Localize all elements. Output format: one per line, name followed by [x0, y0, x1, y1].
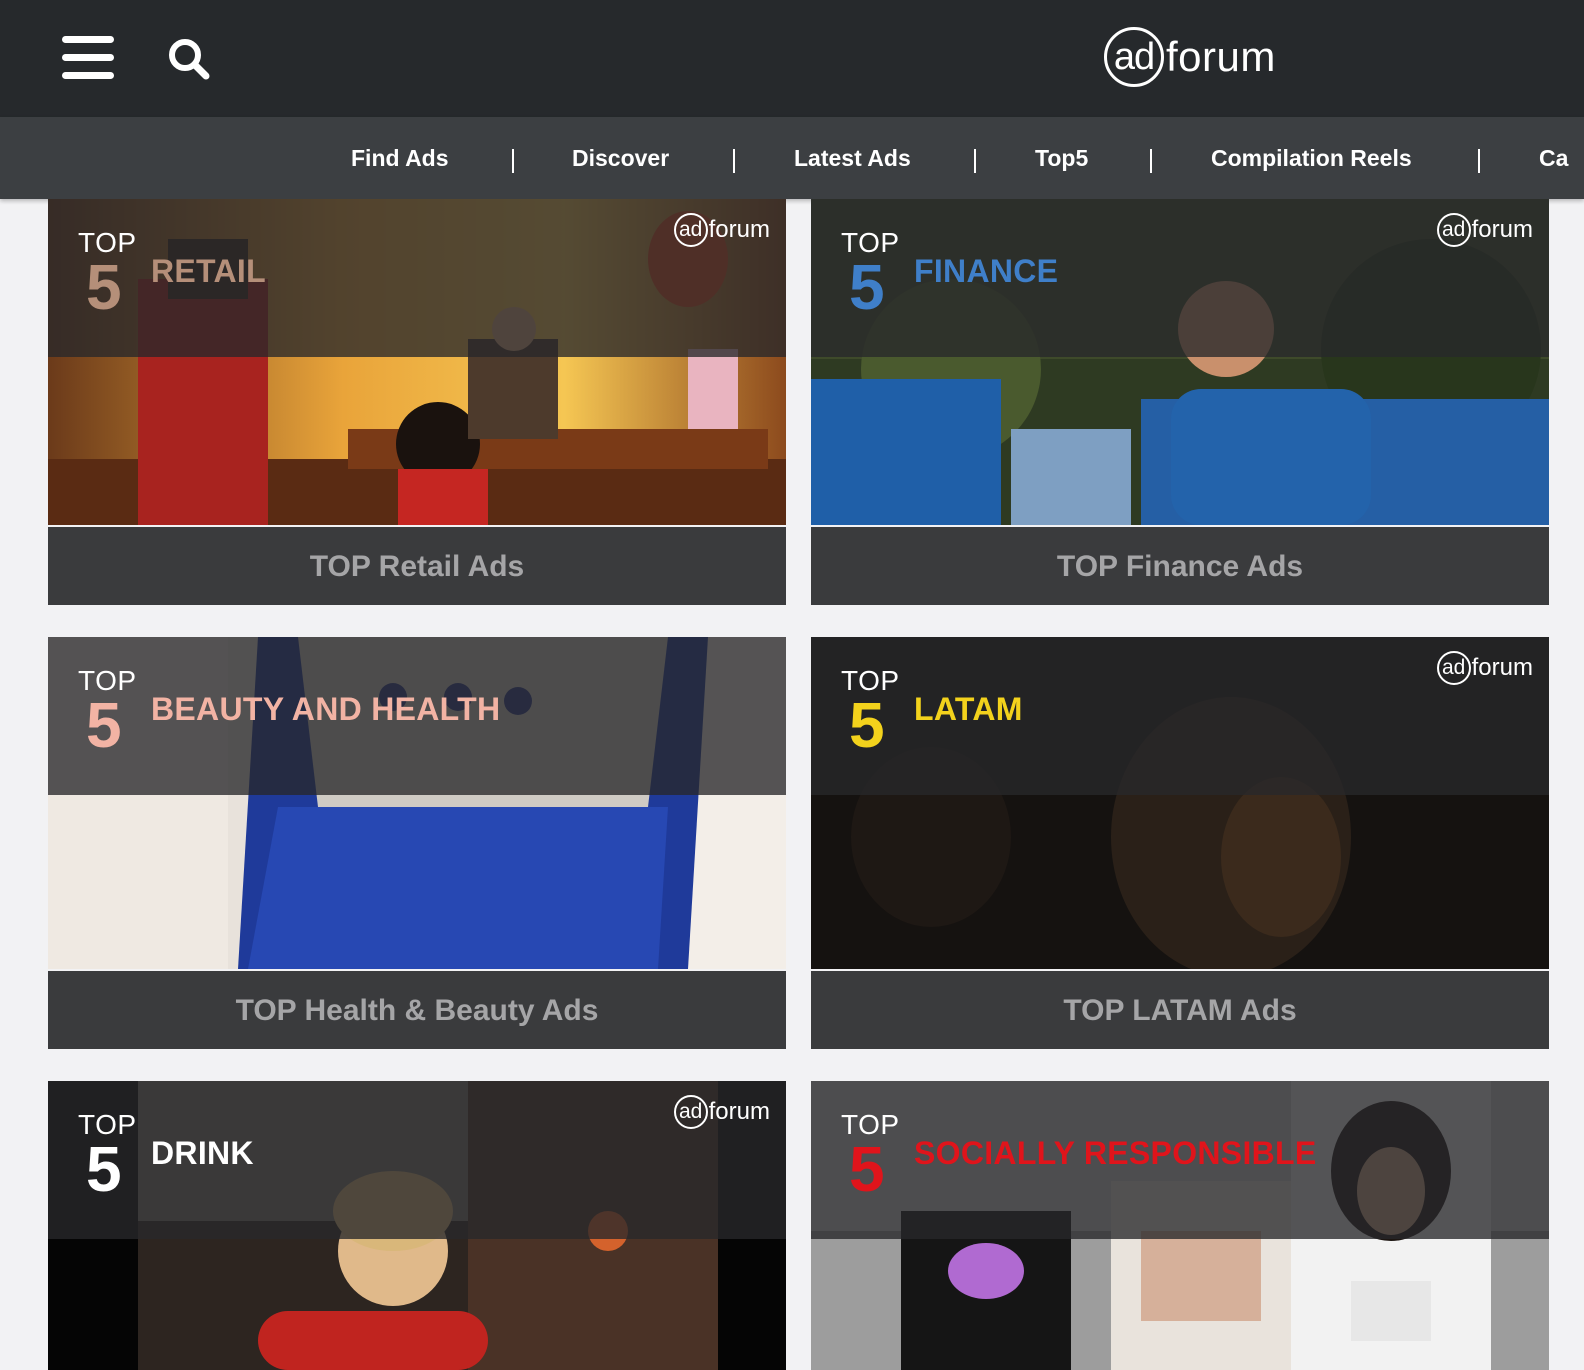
card-caption[interactable]: TOP Retail Ads — [48, 525, 786, 605]
nav-find-ads[interactable]: Find Ads — [351, 117, 449, 199]
logo-ad-text: ad — [678, 218, 703, 241]
top5-latam-card[interactable]: TOP 5 LATAM ad forum TOP LATAM Ads — [811, 637, 1549, 1049]
card-caption[interactable]: TOP LATAM Ads — [811, 969, 1549, 1049]
logo-ad-text: ad — [1441, 218, 1466, 241]
top5-retail-card[interactable]: TOP 5 RETAIL ad forum TOP Retail Ads — [48, 199, 786, 605]
nav-latest-ads[interactable]: Latest Ads — [794, 117, 911, 199]
five-number: 5 — [849, 689, 885, 761]
adforum-watermark: ad forum — [673, 1095, 770, 1129]
category-title: FINANCE — [914, 253, 1059, 289]
logo-ad-text: ad — [1441, 656, 1466, 679]
five-number: 5 — [849, 251, 885, 323]
logo-ring: ad — [1436, 213, 1471, 247]
logo-forum-text: forum — [708, 1098, 770, 1125]
logo-ring: ad — [673, 1095, 708, 1129]
nav-compilation-reels[interactable]: Compilation Reels — [1211, 117, 1412, 199]
category-title: BEAUTY AND HEALTH — [151, 691, 501, 727]
nav-separator — [1478, 149, 1480, 173]
logo-ad-text: ad — [678, 1100, 703, 1123]
logo-forum-text: forum — [1471, 654, 1533, 681]
search-icon[interactable] — [166, 36, 212, 82]
top5-socially-responsible-card[interactable]: TOP 5 SOCIALLY RESPONSIBLE — [811, 1081, 1549, 1370]
logo-ring: ad — [673, 213, 708, 247]
main-nav: Find Ads Discover Latest Ads Top5 Compil… — [0, 117, 1584, 199]
nav-truncated-item[interactable]: Ca — [1539, 117, 1568, 199]
adforum-watermark: ad forum — [673, 213, 770, 247]
nav-discover[interactable]: Discover — [572, 117, 669, 199]
nav-top5[interactable]: Top5 — [1035, 117, 1088, 199]
logo-ring: ad — [1104, 27, 1164, 87]
category-title: RETAIL — [151, 253, 266, 289]
nav-separator — [1150, 149, 1152, 173]
logo-ring: ad — [1436, 651, 1471, 685]
five-number: 5 — [86, 251, 122, 323]
logo-forum-text: forum — [1471, 216, 1533, 243]
five-number: 5 — [86, 689, 122, 761]
nav-separator — [512, 149, 514, 173]
logo-forum-text: forum — [1166, 33, 1276, 80]
five-number: 5 — [86, 1133, 122, 1205]
category-title: DRINK — [151, 1135, 254, 1171]
nav-separator — [733, 149, 735, 173]
logo-forum-text: forum — [708, 216, 770, 243]
top5-finance-card[interactable]: TOP 5 FINANCE ad forum TOP Finance Ads — [811, 199, 1549, 605]
top5-drink-card[interactable]: TOP 5 DRINK ad forum — [48, 1081, 786, 1370]
card-caption[interactable]: TOP Finance Ads — [811, 525, 1549, 605]
top-bar: ad forum — [0, 0, 1584, 117]
category-title: SOCIALLY RESPONSIBLE — [914, 1135, 1317, 1171]
adforum-logo[interactable]: ad forum — [1104, 22, 1276, 92]
nav-separator — [974, 149, 976, 173]
menu-icon[interactable] — [62, 36, 114, 80]
card-caption[interactable]: TOP Health & Beauty Ads — [48, 969, 786, 1049]
category-title: LATAM — [914, 691, 1023, 727]
adforum-watermark: ad forum — [1436, 213, 1533, 247]
five-number: 5 — [849, 1133, 885, 1205]
top5-beauty-health-card[interactable]: TOP 5 BEAUTY AND HEALTH TOP Health & Bea… — [48, 637, 786, 1049]
adforum-watermark: ad forum — [1436, 651, 1533, 685]
logo-ad-text: ad — [1113, 35, 1155, 78]
